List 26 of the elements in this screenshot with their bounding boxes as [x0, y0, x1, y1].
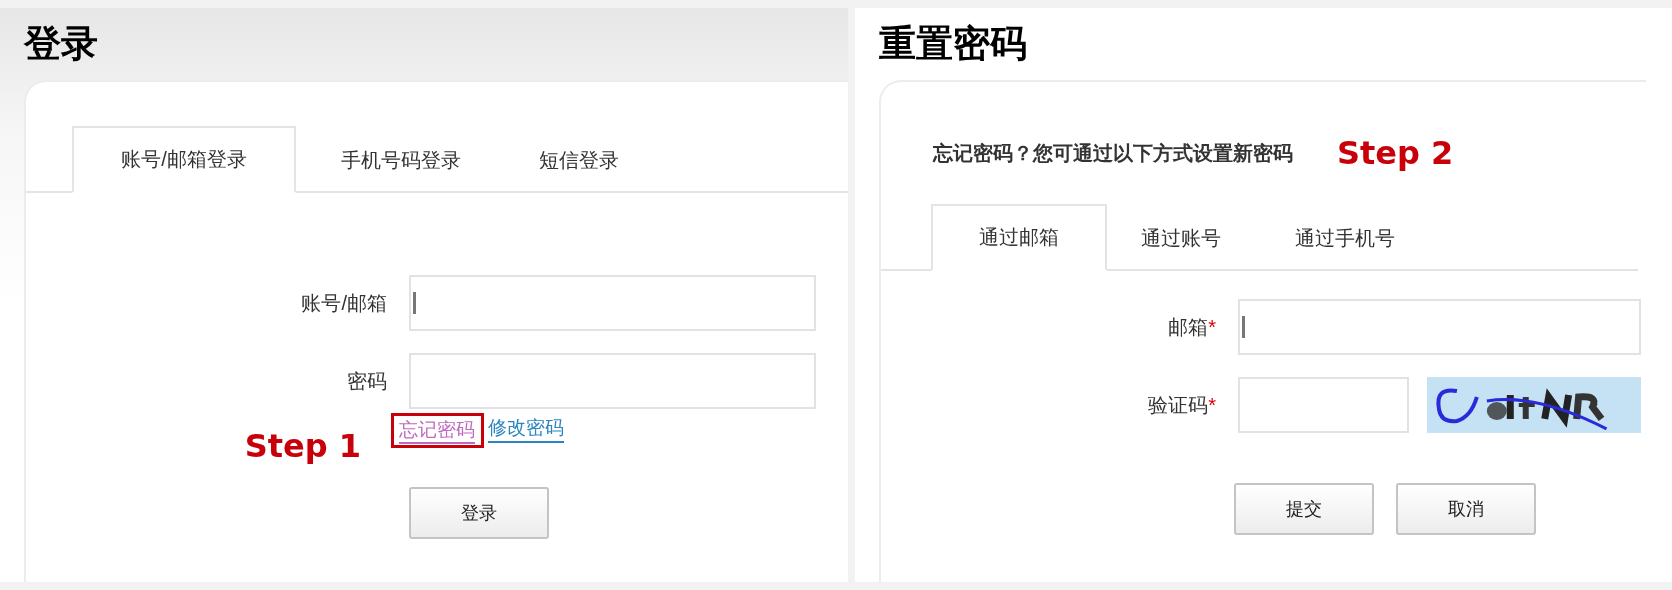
field-label: 密码	[347, 369, 387, 392]
cancel-button[interactable]: 取消	[1396, 483, 1536, 535]
input-field[interactable]	[1238, 299, 1641, 355]
tab[interactable]: 短信登录	[506, 126, 652, 193]
required-mark: *	[1208, 393, 1216, 416]
step-label: Step 1	[244, 427, 361, 465]
required-mark: *	[1208, 315, 1216, 338]
tab[interactable]: 通过账号	[1107, 204, 1255, 271]
tab[interactable]: 账号/邮箱登录	[72, 126, 296, 193]
tab[interactable]: 通过邮箱	[931, 204, 1107, 271]
login-button[interactable]: 登录	[409, 487, 549, 539]
link[interactable]: 忘记密码	[399, 419, 475, 444]
tab[interactable]: 通过手机号	[1255, 204, 1435, 271]
field-label: 邮箱	[1168, 315, 1209, 338]
step-label: Step 2	[1337, 134, 1454, 172]
link[interactable]: 修改密码	[488, 418, 564, 443]
captcha-field[interactable]	[1238, 377, 1409, 433]
field-label: 账号/邮箱	[301, 291, 387, 314]
input-field[interactable]	[409, 275, 816, 331]
submit-button[interactable]: 提交	[1234, 483, 1374, 535]
input-field[interactable]	[409, 353, 816, 409]
page-title: 登录	[24, 21, 98, 67]
field-label: 验证码	[1148, 393, 1209, 416]
instruction-text: 忘记密码？您可通过以下方式设置新密码	[933, 140, 1293, 166]
tab[interactable]: 手机号码登录	[296, 126, 506, 193]
page-title: 重置密码	[879, 21, 1027, 67]
